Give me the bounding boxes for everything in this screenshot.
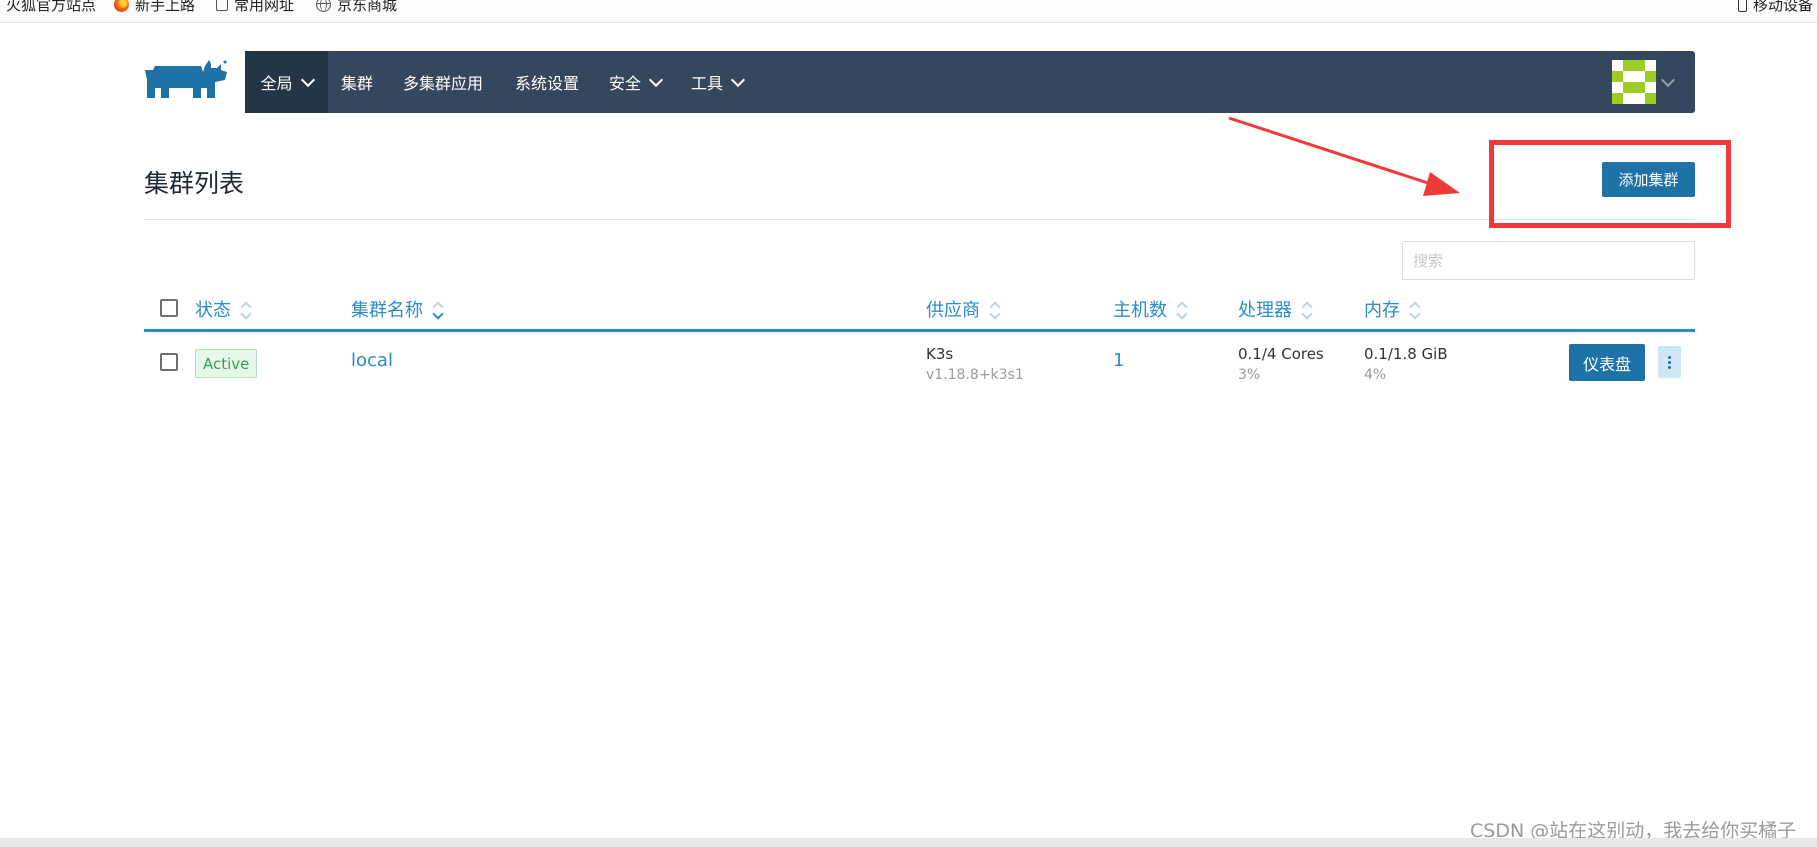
annotation-highlight-box xyxy=(1489,140,1731,228)
column-header-label: 供应商 xyxy=(926,300,980,321)
nav-tools[interactable]: 工具 xyxy=(691,51,746,113)
bookmark-jd[interactable]: 京东商城 xyxy=(316,0,397,15)
bookmark-label: 京东商城 xyxy=(337,0,398,14)
top-navbar: 全局 集群 多集群应用 系统设置 安全 工具 xyxy=(245,51,1695,113)
nav-tools-label: 工具 xyxy=(691,74,724,93)
status-badge: Active xyxy=(195,349,258,378)
sort-icon xyxy=(1301,299,1313,319)
dashboard-button[interactable]: 仪表盘 xyxy=(1569,344,1645,381)
nav-multi-cluster-apps[interactable]: 多集群应用 xyxy=(403,51,483,113)
chevron-down-icon xyxy=(648,72,664,87)
nav-multi-cluster-apps-label: 多集群应用 xyxy=(403,74,484,93)
column-header-provider[interactable]: 供应商 xyxy=(926,296,1001,322)
table-header-divider xyxy=(144,329,1695,332)
sort-icon xyxy=(240,299,252,319)
nav-clusters-label: 集群 xyxy=(341,74,374,93)
cpu-percent: 3% xyxy=(1238,367,1261,383)
sort-descending-icon xyxy=(432,299,444,319)
column-header-memory[interactable]: 内存 xyxy=(1364,296,1421,322)
annotation-arrow xyxy=(1228,116,1460,196)
column-header-label: 处理器 xyxy=(1238,300,1292,321)
nav-global[interactable]: 全局 xyxy=(245,51,328,113)
horizontal-scrollbar[interactable] xyxy=(0,838,1817,847)
firefox-icon xyxy=(114,0,129,12)
phone-icon xyxy=(1738,0,1747,12)
nav-clusters[interactable]: 集群 xyxy=(341,51,373,113)
bookmark-label: 常用网址 xyxy=(234,0,295,14)
column-header-label: 状态 xyxy=(195,300,231,321)
bookmark-label: 火狐官方站点 xyxy=(6,0,97,14)
cluster-name-link[interactable]: local xyxy=(351,350,393,371)
search-input[interactable] xyxy=(1402,241,1695,280)
nav-settings[interactable]: 系统设置 xyxy=(515,51,579,113)
column-header-label: 主机数 xyxy=(1113,300,1167,321)
chevron-down-icon xyxy=(300,72,315,87)
page-title: 集群列表 xyxy=(144,169,245,198)
cpu-usage: 0.1/4 Cores xyxy=(1238,345,1324,363)
sort-icon xyxy=(1409,299,1421,319)
sort-icon xyxy=(989,299,1001,319)
bookmark-common-sites[interactable]: 常用网址 xyxy=(216,0,294,15)
rancher-logo[interactable] xyxy=(145,58,227,104)
bookmarks-bar: 火狐官方站点 新手上路 常用网址 京东商城 移动设备 xyxy=(0,0,1817,23)
column-header-cpu[interactable]: 处理器 xyxy=(1238,296,1313,322)
column-header-nodes[interactable]: 主机数 xyxy=(1113,296,1188,322)
chevron-down-icon xyxy=(730,72,746,87)
header-divider xyxy=(144,219,1695,220)
row-checkbox[interactable] xyxy=(160,353,178,371)
nav-global-label: 全局 xyxy=(260,74,293,93)
nav-security[interactable]: 安全 xyxy=(609,51,664,113)
memory-usage: 0.1/1.8 GiB xyxy=(1364,345,1448,363)
column-header-label: 集群名称 xyxy=(351,300,423,321)
provider-name: K3s xyxy=(926,345,954,363)
memory-percent: 4% xyxy=(1364,367,1387,383)
sort-icon xyxy=(1176,299,1188,319)
node-count-link[interactable]: 1 xyxy=(1113,350,1124,371)
row-actions-button[interactable] xyxy=(1658,346,1681,378)
column-header-label: 内存 xyxy=(1364,300,1400,321)
bookmark-firefox-official[interactable]: 火狐官方站点 xyxy=(0,0,96,15)
bookmark-mobile[interactable]: 移动设备 xyxy=(1738,0,1813,15)
column-header-state[interactable]: 状态 xyxy=(195,296,252,322)
folder-icon xyxy=(216,0,228,11)
user-avatar[interactable] xyxy=(1612,60,1656,104)
select-all-checkbox[interactable] xyxy=(160,299,178,317)
nav-settings-label: 系统设置 xyxy=(515,74,580,93)
bookmark-label: 新手上路 xyxy=(135,0,196,14)
bookmark-label: 移动设备 xyxy=(1753,0,1814,14)
more-vertical-icon xyxy=(1668,355,1671,359)
bookmark-getting-started[interactable]: 新手上路 xyxy=(114,0,195,15)
provider-version: v1.18.8+k3s1 xyxy=(926,367,1024,383)
nav-security-label: 安全 xyxy=(609,74,642,93)
globe-icon xyxy=(316,0,331,12)
column-header-name[interactable]: 集群名称 xyxy=(351,296,444,322)
